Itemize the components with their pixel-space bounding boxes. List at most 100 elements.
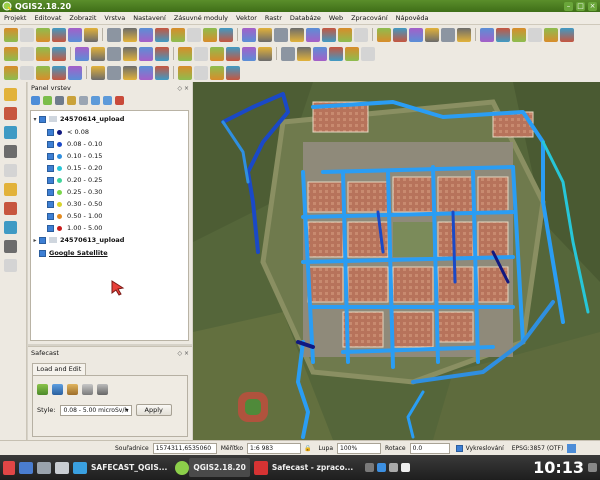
menu-item-2[interactable]: Zobrazit	[65, 14, 100, 22]
tbrow2-tool-icon-3[interactable]	[52, 46, 66, 61]
panel-close-icon[interactable]: ◇ ×	[177, 85, 189, 92]
tbrow2-tool-icon-4[interactable]	[75, 46, 89, 61]
expand-all-icon[interactable]	[91, 95, 100, 105]
tbrow1-tool-icon-12[interactable]	[203, 27, 217, 42]
map-canvas[interactable]	[193, 82, 600, 440]
filter-legend-icon[interactable]	[79, 95, 88, 105]
power-icon[interactable]	[588, 463, 597, 472]
menu-item-7[interactable]: Rastr	[261, 14, 286, 22]
tbrow1-tool-icon-19[interactable]	[322, 27, 336, 42]
legend-class-row[interactable]: 0.10 - 0.15	[31, 150, 189, 162]
visibility-eye-icon[interactable]	[55, 95, 64, 105]
tbrow1-tool-icon-9[interactable]	[155, 27, 169, 42]
close-icon[interactable]: ×	[588, 1, 597, 11]
tbrow3-tool-icon-6[interactable]	[107, 65, 121, 80]
class-checkbox[interactable]	[47, 176, 54, 184]
tbrow1-tool-icon-24[interactable]	[409, 27, 423, 42]
tbrow1-tool-icon-11[interactable]	[187, 27, 201, 42]
tbrow2-tool-icon-19[interactable]	[329, 46, 343, 61]
rotation-field[interactable]: 0.0	[409, 442, 450, 454]
menu-item-5[interactable]: Zásuvné moduly	[170, 14, 232, 22]
tbrow2-tool-icon-5[interactable]	[91, 46, 105, 61]
add-layer-icon-4[interactable]	[4, 164, 17, 177]
tbrow2-tool-icon-20[interactable]	[345, 46, 359, 61]
tbrow3-tool-icon-1[interactable]	[20, 65, 34, 80]
tbrow1-tool-icon-26[interactable]	[441, 27, 455, 42]
tbrow2-tool-icon-18[interactable]	[313, 46, 327, 61]
tbrow1-tool-icon-18[interactable]	[306, 27, 320, 42]
expand-arrow-icon[interactable]: ▾	[31, 116, 39, 123]
tbrow1-tool-icon-3[interactable]	[52, 27, 66, 42]
add-layer-icon-7[interactable]	[4, 221, 17, 234]
tbrow3-tool-icon-12[interactable]	[210, 65, 224, 80]
layer-row-0[interactable]: ▾ 24570614_upload	[31, 113, 189, 125]
tbrow2-tool-icon-17[interactable]	[297, 46, 311, 61]
tbrow2-tool-icon-16[interactable]	[281, 46, 295, 61]
class-checkbox[interactable]	[47, 224, 54, 232]
task-safecast-qgis[interactable]: SAFECAST_QGIS...	[87, 458, 171, 477]
legend-class-row[interactable]: 0.20 - 0.25	[31, 174, 189, 186]
tbrow2-tool-icon-1[interactable]	[20, 46, 34, 61]
tbrow1-tool-icon-20[interactable]	[338, 27, 352, 42]
open-styling-icon[interactable]	[31, 95, 40, 105]
crs-label[interactable]: EPSG:3857 (OTF)	[512, 445, 564, 452]
tbrow1-tool-icon-10[interactable]	[171, 27, 185, 42]
tbrow1-tool-icon-4[interactable]	[68, 27, 82, 42]
class-checkbox[interactable]	[47, 200, 54, 208]
layer-visibility-checkbox[interactable]	[39, 115, 46, 123]
class-checkbox[interactable]	[47, 128, 54, 136]
tbrow2-tool-icon-8[interactable]	[139, 46, 153, 61]
volume-icon[interactable]	[401, 463, 411, 472]
add-layer-icon-8[interactable]	[4, 240, 17, 253]
tbrow2-tool-icon-6[interactable]	[107, 46, 121, 61]
tbrow1-tool-icon-16[interactable]	[274, 27, 288, 42]
add-layer-icon-2[interactable]	[4, 126, 17, 139]
legend-class-row[interactable]: 0.25 - 0.30	[31, 186, 189, 198]
messages-icon[interactable]	[567, 443, 577, 453]
tbrow3-tool-icon-4[interactable]	[68, 65, 82, 80]
tbrow1-tool-icon-6[interactable]	[107, 27, 121, 42]
scale-field[interactable]: 1:6 983	[247, 442, 301, 454]
apply-button[interactable]: Apply	[135, 404, 172, 416]
minimize-icon[interactable]: –	[564, 1, 573, 11]
tools-icon[interactable]	[55, 461, 69, 474]
menu-item-8[interactable]: Databáze	[286, 14, 325, 22]
tbrow1-tool-icon-29[interactable]	[496, 27, 510, 42]
trash-icon[interactable]	[97, 384, 108, 395]
tbrow2-tool-icon-9[interactable]	[155, 46, 169, 61]
tbrow2-tool-icon-7[interactable]	[123, 46, 137, 61]
select-tool-icon[interactable]	[67, 384, 78, 395]
tbrow2-tool-icon-14[interactable]	[242, 46, 256, 61]
layer-row-1[interactable]: ▸ 24570613_upload	[31, 234, 189, 246]
tbrow1-tool-icon-21[interactable]	[354, 27, 368, 42]
tbrow1-tool-icon-1[interactable]	[20, 27, 34, 42]
tbrow1-tool-icon-30[interactable]	[512, 27, 526, 42]
tbrow3-tool-icon-3[interactable]	[52, 65, 66, 80]
tbrow1-tool-icon-32[interactable]	[544, 27, 558, 42]
menu-item-11[interactable]: Nápověda	[392, 14, 433, 22]
legend-class-row[interactable]: 0.50 - 1.00	[31, 210, 189, 222]
tbrow3-tool-icon-7[interactable]	[123, 65, 137, 80]
class-checkbox[interactable]	[47, 212, 54, 220]
coord-field[interactable]: 1574311,6535060	[152, 442, 217, 454]
desktop-icon[interactable]	[19, 461, 33, 474]
tbrow2-tool-icon-11[interactable]	[194, 46, 208, 61]
zoom-field[interactable]: 100%	[337, 442, 382, 454]
menu-item-1[interactable]: Editovat	[30, 14, 65, 22]
filter-icon[interactable]	[67, 95, 76, 105]
tbrow1-tool-icon-22[interactable]	[377, 27, 391, 42]
menu-item-10[interactable]: Zpracování	[347, 14, 392, 22]
collapse-all-icon[interactable]	[103, 95, 112, 105]
tbrow1-tool-icon-17[interactable]	[290, 27, 304, 42]
legend-class-row[interactable]: 0.30 - 0.50	[31, 198, 189, 210]
tbrow3-tool-icon-10[interactable]	[178, 65, 192, 80]
add-group-icon[interactable]	[43, 95, 52, 105]
remove-layer-icon[interactable]	[115, 95, 124, 105]
tbrow1-tool-icon-0[interactable]	[4, 27, 18, 42]
tbrow2-tool-icon-13[interactable]	[226, 46, 240, 61]
class-checkbox[interactable]	[47, 140, 54, 148]
tbrow3-tool-icon-9[interactable]	[155, 65, 169, 80]
tbrow3-tool-icon-13[interactable]	[226, 65, 240, 80]
tbrow3-tool-icon-2[interactable]	[36, 65, 50, 80]
task-qgis[interactable]: QGIS2.18.20	[189, 458, 250, 477]
